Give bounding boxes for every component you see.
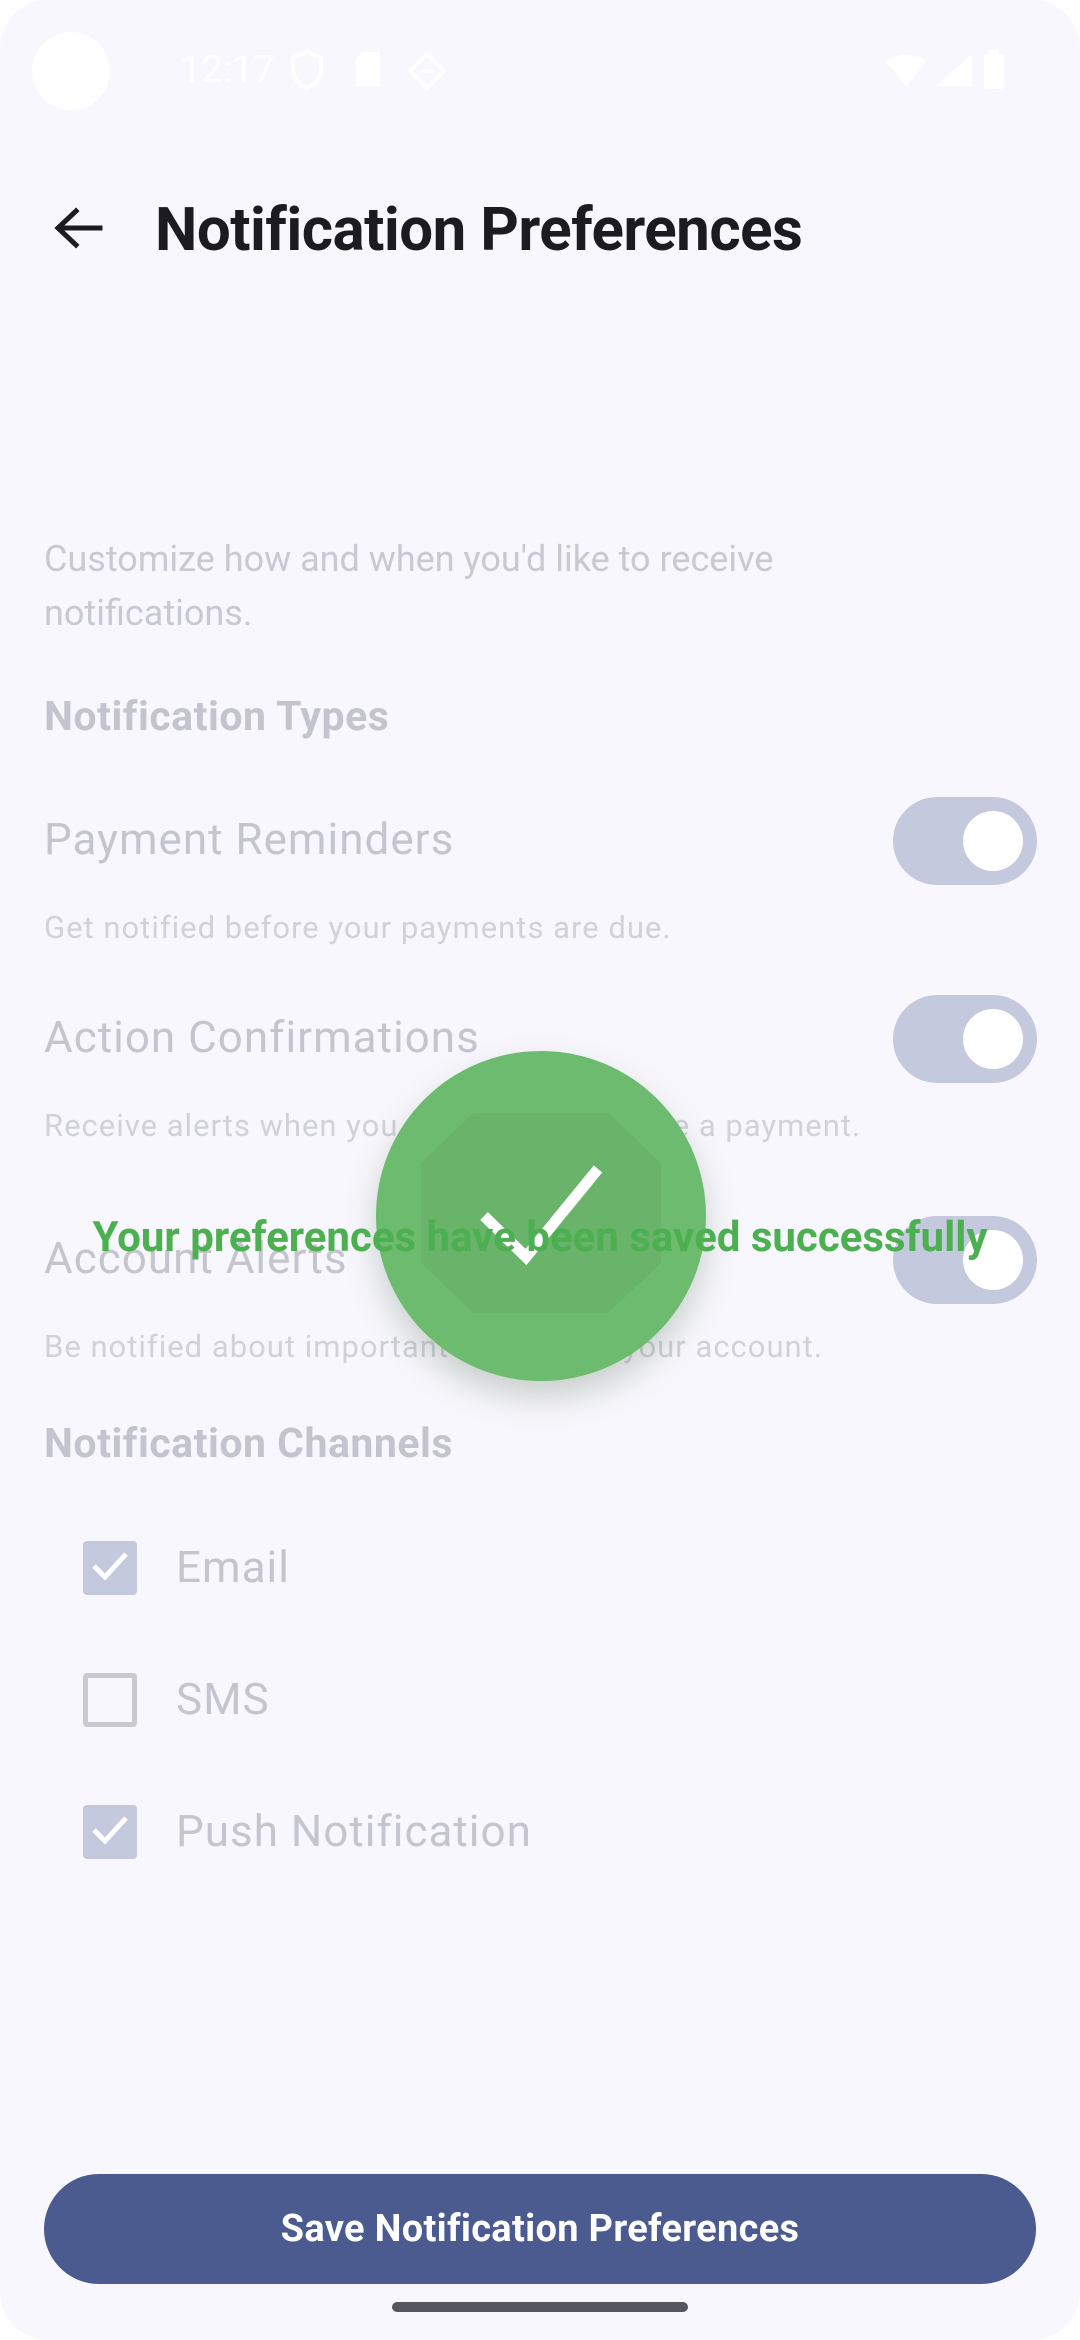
notification-types-heading: Notification Types bbox=[44, 693, 390, 741]
checkmark-icon bbox=[90, 1549, 130, 1587]
save-preferences-button[interactable]: Save Notification Preferences bbox=[44, 2174, 1036, 2284]
notification-preferences-screen: 12:17 Notification Preferences Customize… bbox=[0, 0, 1080, 2340]
checkmark-icon bbox=[90, 1813, 130, 1851]
toggle-knob bbox=[963, 1009, 1023, 1069]
push-notification-checkbox[interactable] bbox=[83, 1805, 137, 1859]
email-checkbox[interactable] bbox=[83, 1541, 137, 1595]
home-indicator[interactable] bbox=[392, 2302, 688, 2312]
notification-channels-heading: Notification Channels bbox=[44, 1420, 453, 1468]
payment-reminders-description: Get notified before your payments are du… bbox=[44, 909, 672, 946]
intro-text: Customize how and when you'd like to rec… bbox=[44, 538, 774, 634]
sms-label: SMS bbox=[176, 1673, 270, 1725]
action-confirmations-toggle[interactable] bbox=[893, 995, 1037, 1083]
payment-reminders-label: Payment Reminders bbox=[44, 813, 455, 865]
email-label: Email bbox=[176, 1541, 290, 1593]
payment-reminders-toggle[interactable] bbox=[893, 797, 1037, 885]
action-confirmations-label: Action Confirmations bbox=[44, 1011, 480, 1063]
success-message: Your preferences have been saved success… bbox=[92, 1213, 988, 1262]
push-notification-label: Push Notification bbox=[176, 1805, 532, 1857]
toggle-knob bbox=[963, 811, 1023, 871]
sms-checkbox[interactable] bbox=[83, 1673, 137, 1727]
